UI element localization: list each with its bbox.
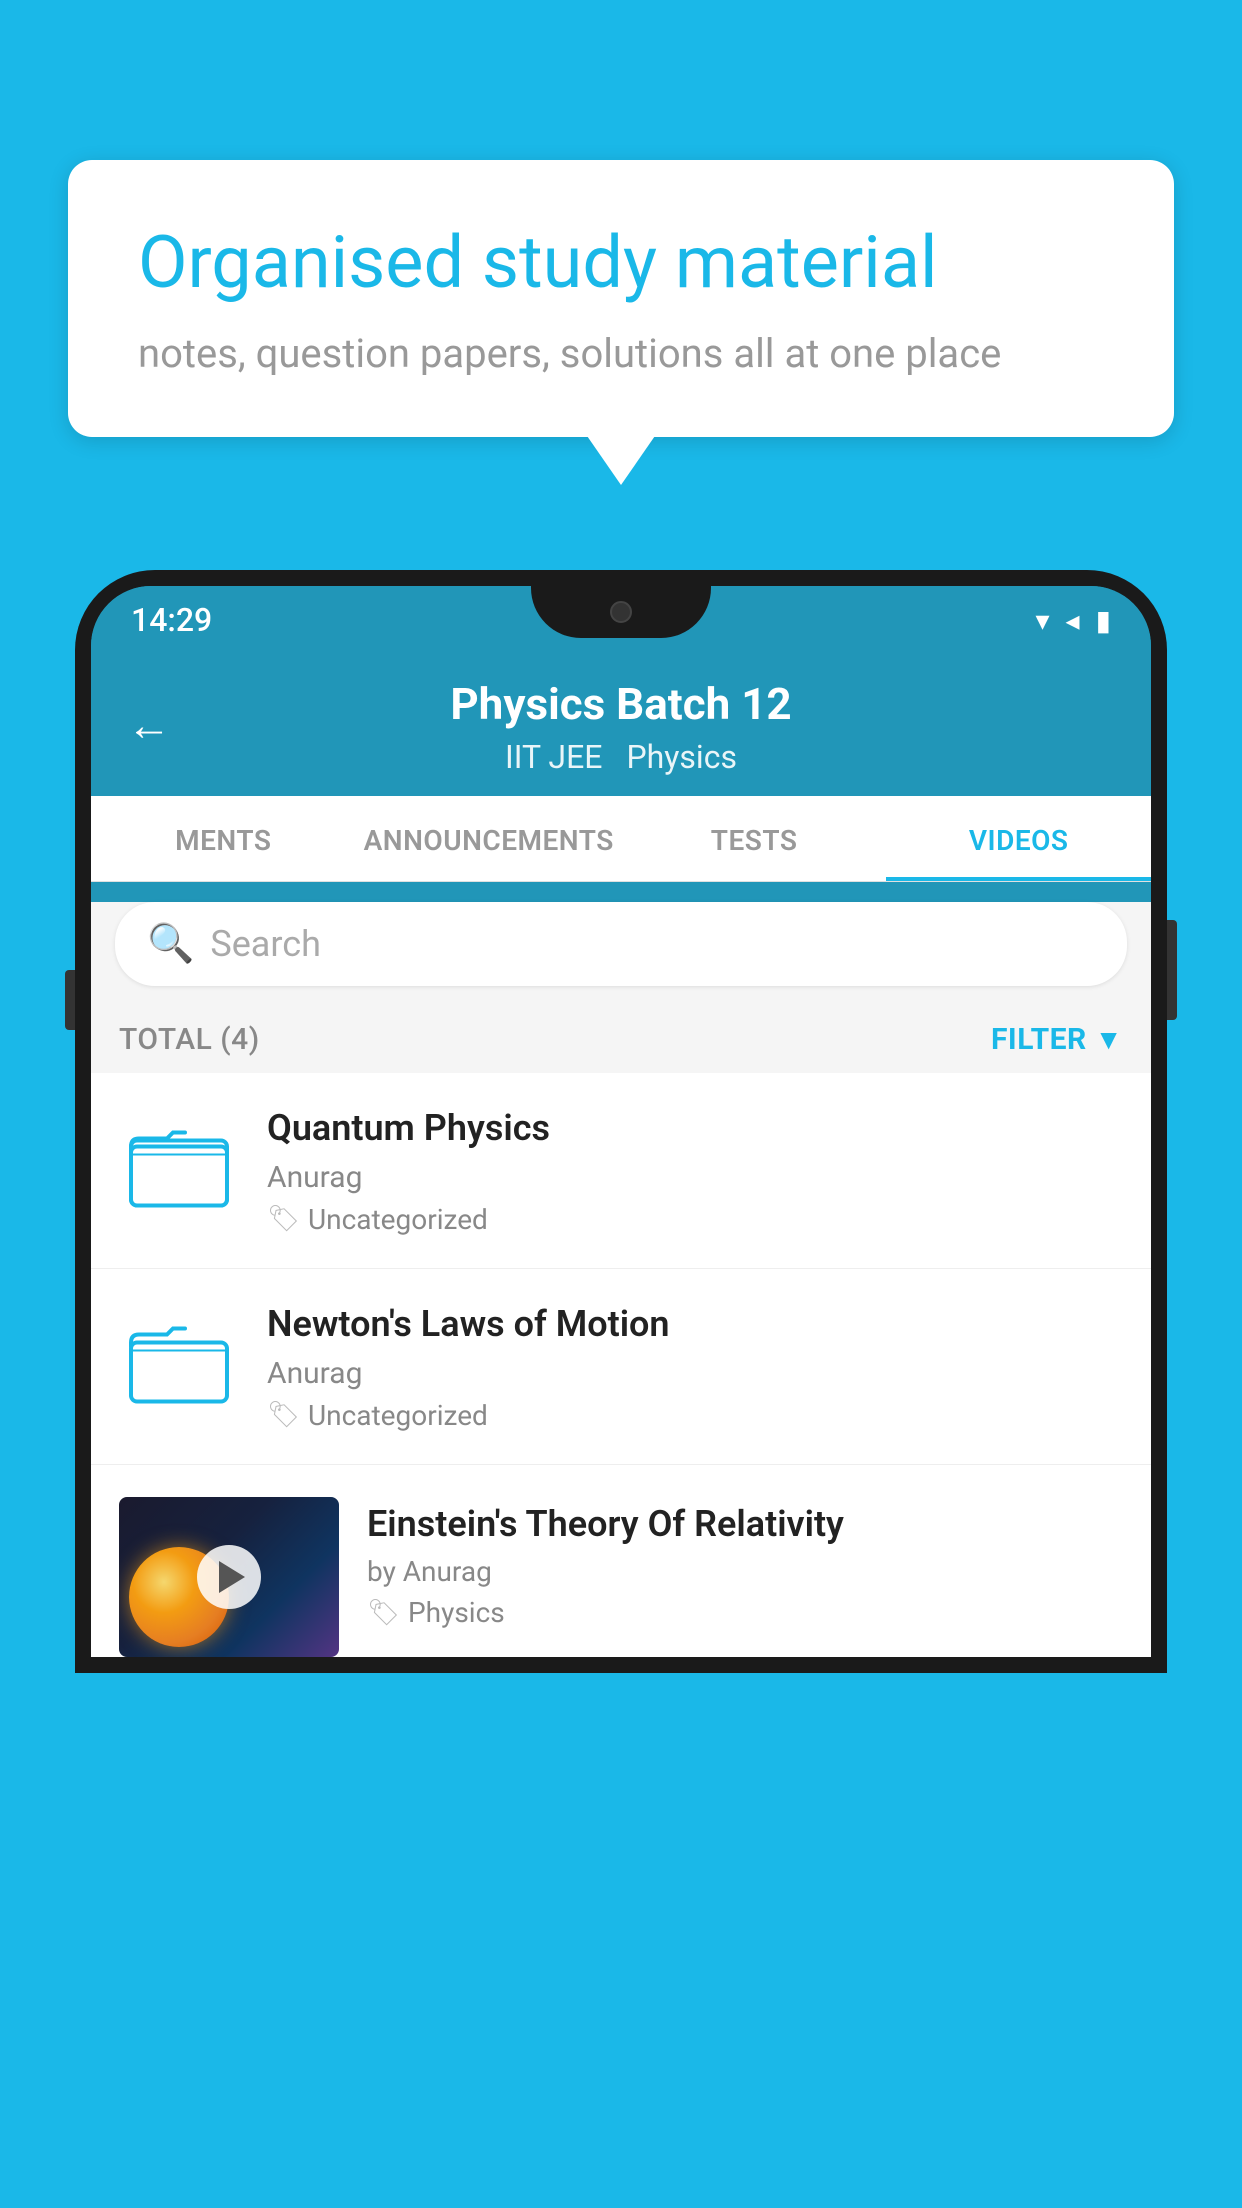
status-bar: 14:29 ▾ ◂ ▮ bbox=[91, 586, 1151, 654]
phone-frame: 14:29 ▾ ◂ ▮ ← Physics Batch 12 IIT JEE P… bbox=[75, 570, 1167, 2208]
wifi-icon: ▾ bbox=[1035, 604, 1049, 637]
video-list: Quantum Physics Anurag 🏷 Uncategorized bbox=[91, 1073, 1151, 1657]
video-thumbnail bbox=[119, 1497, 339, 1657]
video-info: Einstein's Theory Of Relativity by Anura… bbox=[367, 1497, 1123, 1630]
filter-row: TOTAL (4) FILTER ▼ bbox=[91, 1006, 1151, 1073]
search-placeholder: Search bbox=[210, 923, 321, 965]
phone-notch bbox=[531, 586, 711, 638]
video-title: Einstein's Theory Of Relativity bbox=[367, 1501, 1123, 1548]
back-button[interactable]: ← bbox=[127, 699, 171, 751]
video-author: by Anurag bbox=[367, 1555, 1123, 1588]
signal-icon: ◂ bbox=[1066, 604, 1080, 637]
video-info: Newton's Laws of Motion Anurag 🏷 Uncateg… bbox=[267, 1301, 1123, 1432]
tag-icon: 🏷 bbox=[367, 1598, 400, 1628]
screen-content: 🔍 Search TOTAL (4) FILTER ▼ bbox=[91, 902, 1151, 1657]
app-header: ← Physics Batch 12 IIT JEE Physics bbox=[91, 654, 1151, 796]
folder-icon bbox=[129, 1120, 229, 1210]
bubble-title: Organised study material bbox=[138, 220, 1104, 306]
video-tag: 🏷 Uncategorized bbox=[267, 1203, 1123, 1236]
video-tag: 🏷 Uncategorized bbox=[267, 1399, 1123, 1432]
folder-icon-wrap bbox=[119, 1301, 239, 1421]
video-tag: 🏷 Physics bbox=[367, 1596, 1123, 1629]
volume-button bbox=[65, 970, 75, 1030]
tab-videos[interactable]: VIDEOS bbox=[886, 796, 1151, 881]
folder-icon-wrap bbox=[119, 1105, 239, 1225]
tag-label: Physics bbox=[408, 1596, 505, 1629]
tag-icon: 🏷 bbox=[267, 1204, 300, 1234]
header-title: Physics Batch 12 bbox=[131, 678, 1111, 730]
tab-announcements[interactable]: ANNOUNCEMENTS bbox=[356, 796, 622, 881]
list-item[interactable]: Newton's Laws of Motion Anurag 🏷 Uncateg… bbox=[91, 1269, 1151, 1465]
tag-physics: Physics bbox=[626, 738, 737, 776]
video-info: Quantum Physics Anurag 🏷 Uncategorized bbox=[267, 1105, 1123, 1236]
tab-ments[interactable]: MENTS bbox=[91, 796, 356, 881]
folder-icon bbox=[129, 1316, 229, 1406]
tag-label: Uncategorized bbox=[308, 1203, 488, 1236]
video-author: Anurag bbox=[267, 1356, 1123, 1391]
filter-label: FILTER bbox=[991, 1022, 1087, 1057]
video-title: Newton's Laws of Motion bbox=[267, 1301, 1123, 1348]
header-tags: IIT JEE Physics bbox=[131, 738, 1111, 776]
filter-button[interactable]: FILTER ▼ bbox=[991, 1022, 1123, 1057]
phone-outer: 14:29 ▾ ◂ ▮ ← Physics Batch 12 IIT JEE P… bbox=[75, 570, 1167, 1673]
tag-iitjee: IIT JEE bbox=[505, 738, 602, 776]
play-button[interactable] bbox=[197, 1545, 261, 1609]
video-author: Anurag bbox=[267, 1160, 1123, 1195]
video-title: Quantum Physics bbox=[267, 1105, 1123, 1152]
phone-screen: 14:29 ▾ ◂ ▮ ← Physics Batch 12 IIT JEE P… bbox=[91, 586, 1151, 1657]
speech-bubble: Organised study material notes, question… bbox=[68, 160, 1174, 437]
play-icon bbox=[219, 1561, 245, 1593]
camera bbox=[610, 601, 632, 623]
status-icons: ▾ ◂ ▮ bbox=[1035, 604, 1111, 637]
tag-icon: 🏷 bbox=[267, 1400, 300, 1430]
list-item[interactable]: Einstein's Theory Of Relativity by Anura… bbox=[91, 1465, 1151, 1657]
bubble-subtitle: notes, question papers, solutions all at… bbox=[138, 330, 1104, 377]
total-count: TOTAL (4) bbox=[119, 1022, 260, 1057]
power-button bbox=[1167, 920, 1177, 1020]
tab-tests[interactable]: TESTS bbox=[622, 796, 887, 881]
filter-icon: ▼ bbox=[1095, 1023, 1123, 1056]
tag-label: Uncategorized bbox=[308, 1399, 488, 1432]
search-icon: 🔍 bbox=[147, 922, 194, 966]
status-time: 14:29 bbox=[131, 601, 212, 639]
tabs-bar: MENTS ANNOUNCEMENTS TESTS VIDEOS bbox=[91, 796, 1151, 882]
battery-icon: ▮ bbox=[1096, 604, 1111, 637]
list-item[interactable]: Quantum Physics Anurag 🏷 Uncategorized bbox=[91, 1073, 1151, 1269]
search-bar[interactable]: 🔍 Search bbox=[115, 902, 1127, 986]
